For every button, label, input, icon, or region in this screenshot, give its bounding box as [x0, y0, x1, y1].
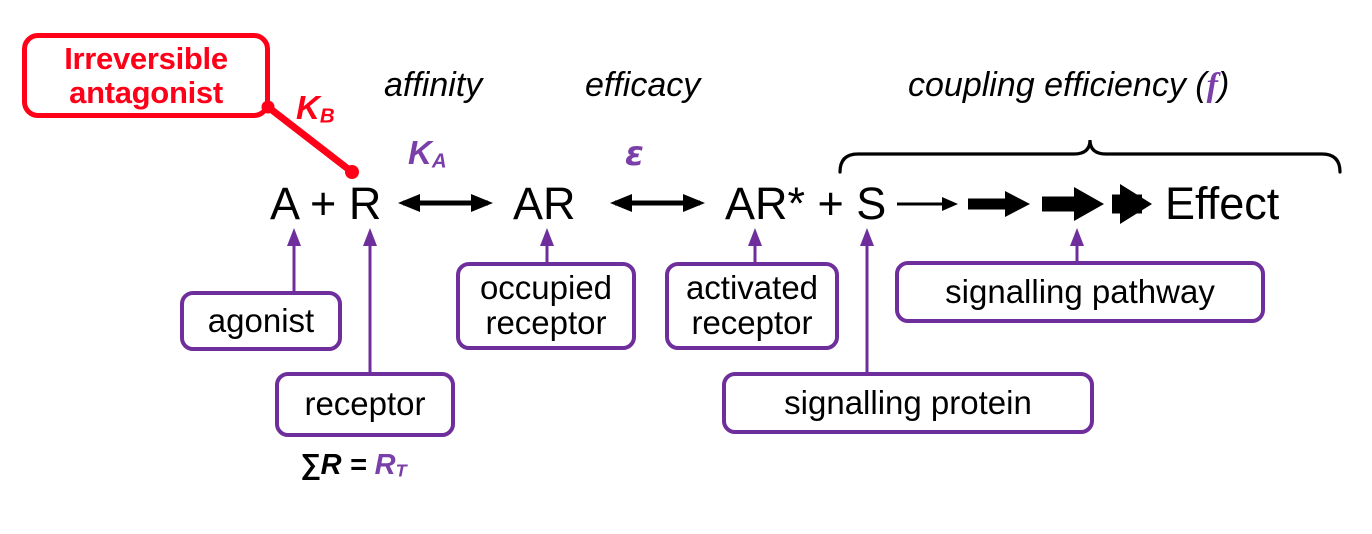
cascade-arrow-3 [1042, 187, 1104, 221]
constant-ka-label: KA [408, 134, 447, 173]
pointer-arrow-signalling-pathway [1070, 228, 1084, 261]
antagonist-label-line2: antagonist [69, 74, 223, 110]
pointer-arrow-receptor [363, 228, 377, 372]
equilibrium-arrow-2 [610, 194, 705, 212]
equilibrium-arrow-1 [398, 194, 493, 212]
callout-signalling-pathway[interactable]: signalling pathway [895, 261, 1265, 323]
cascade-arrow-2 [968, 191, 1030, 217]
constant-kb-label: KB [296, 89, 335, 128]
equation-term-effect: Effect [1165, 178, 1280, 229]
pointer-arrow-activated-receptor [748, 228, 762, 262]
callout-activated-receptor-line1: activated [685, 269, 819, 307]
diagram-canvas: Irreversible antagonist KB KA ε affinity… [0, 0, 1372, 534]
cascade-arrow-4 [1112, 184, 1152, 224]
antagonist-label-line1: Irreversible [64, 41, 228, 77]
constant-epsilon-label: ε [625, 134, 644, 174]
equation-term-a-plus-r: A + R [270, 178, 382, 229]
coupling-text-after: ) [1217, 66, 1230, 104]
coupling-text-before: coupling efficiency ( [908, 66, 1207, 104]
equation-term-ar-star-plus-s: AR* + S [725, 178, 887, 229]
callout-signalling-pathway-label: signalling pathway [945, 272, 1215, 310]
coupling-f-symbol: f [1206, 67, 1218, 104]
callout-agonist-label: agonist [207, 301, 315, 339]
callout-occupied-receptor-line1: occupied [479, 269, 613, 307]
descriptor-affinity: affinity [384, 66, 483, 104]
callout-occupied-receptor-line2: receptor [485, 304, 607, 341]
callout-receptor-label: receptor [304, 385, 426, 423]
total-receptor-formula: ∑R = RT [300, 451, 407, 480]
descriptor-efficacy: efficacy [585, 66, 701, 104]
callout-receptor[interactable]: receptor [275, 372, 455, 437]
pointer-arrow-agonist [287, 228, 301, 291]
descriptor-coupling-efficiency: coupling efficiency (f) [908, 68, 1229, 103]
callout-activated-receptor[interactable]: activated receptor [665, 262, 839, 350]
callout-signalling-protein[interactable]: signalling protein [722, 372, 1094, 434]
cascade-arrow-1 [897, 197, 958, 211]
callout-activated-receptor-line2: receptor [691, 304, 813, 341]
callout-signalling-protein-label: signalling protein [784, 383, 1032, 421]
callout-occupied-receptor[interactable]: occupied receptor [456, 262, 636, 350]
equation-term-ar: AR [513, 178, 576, 229]
coupling-efficiency-brace [838, 139, 1342, 174]
irreversible-antagonist-box: Irreversible antagonist [22, 33, 270, 118]
pointer-arrow-occupied-receptor [540, 228, 554, 262]
rt-formula-symbol: RT [374, 449, 407, 481]
rt-formula-prefix: ∑R = [300, 449, 375, 481]
callout-agonist[interactable]: agonist [180, 291, 342, 351]
